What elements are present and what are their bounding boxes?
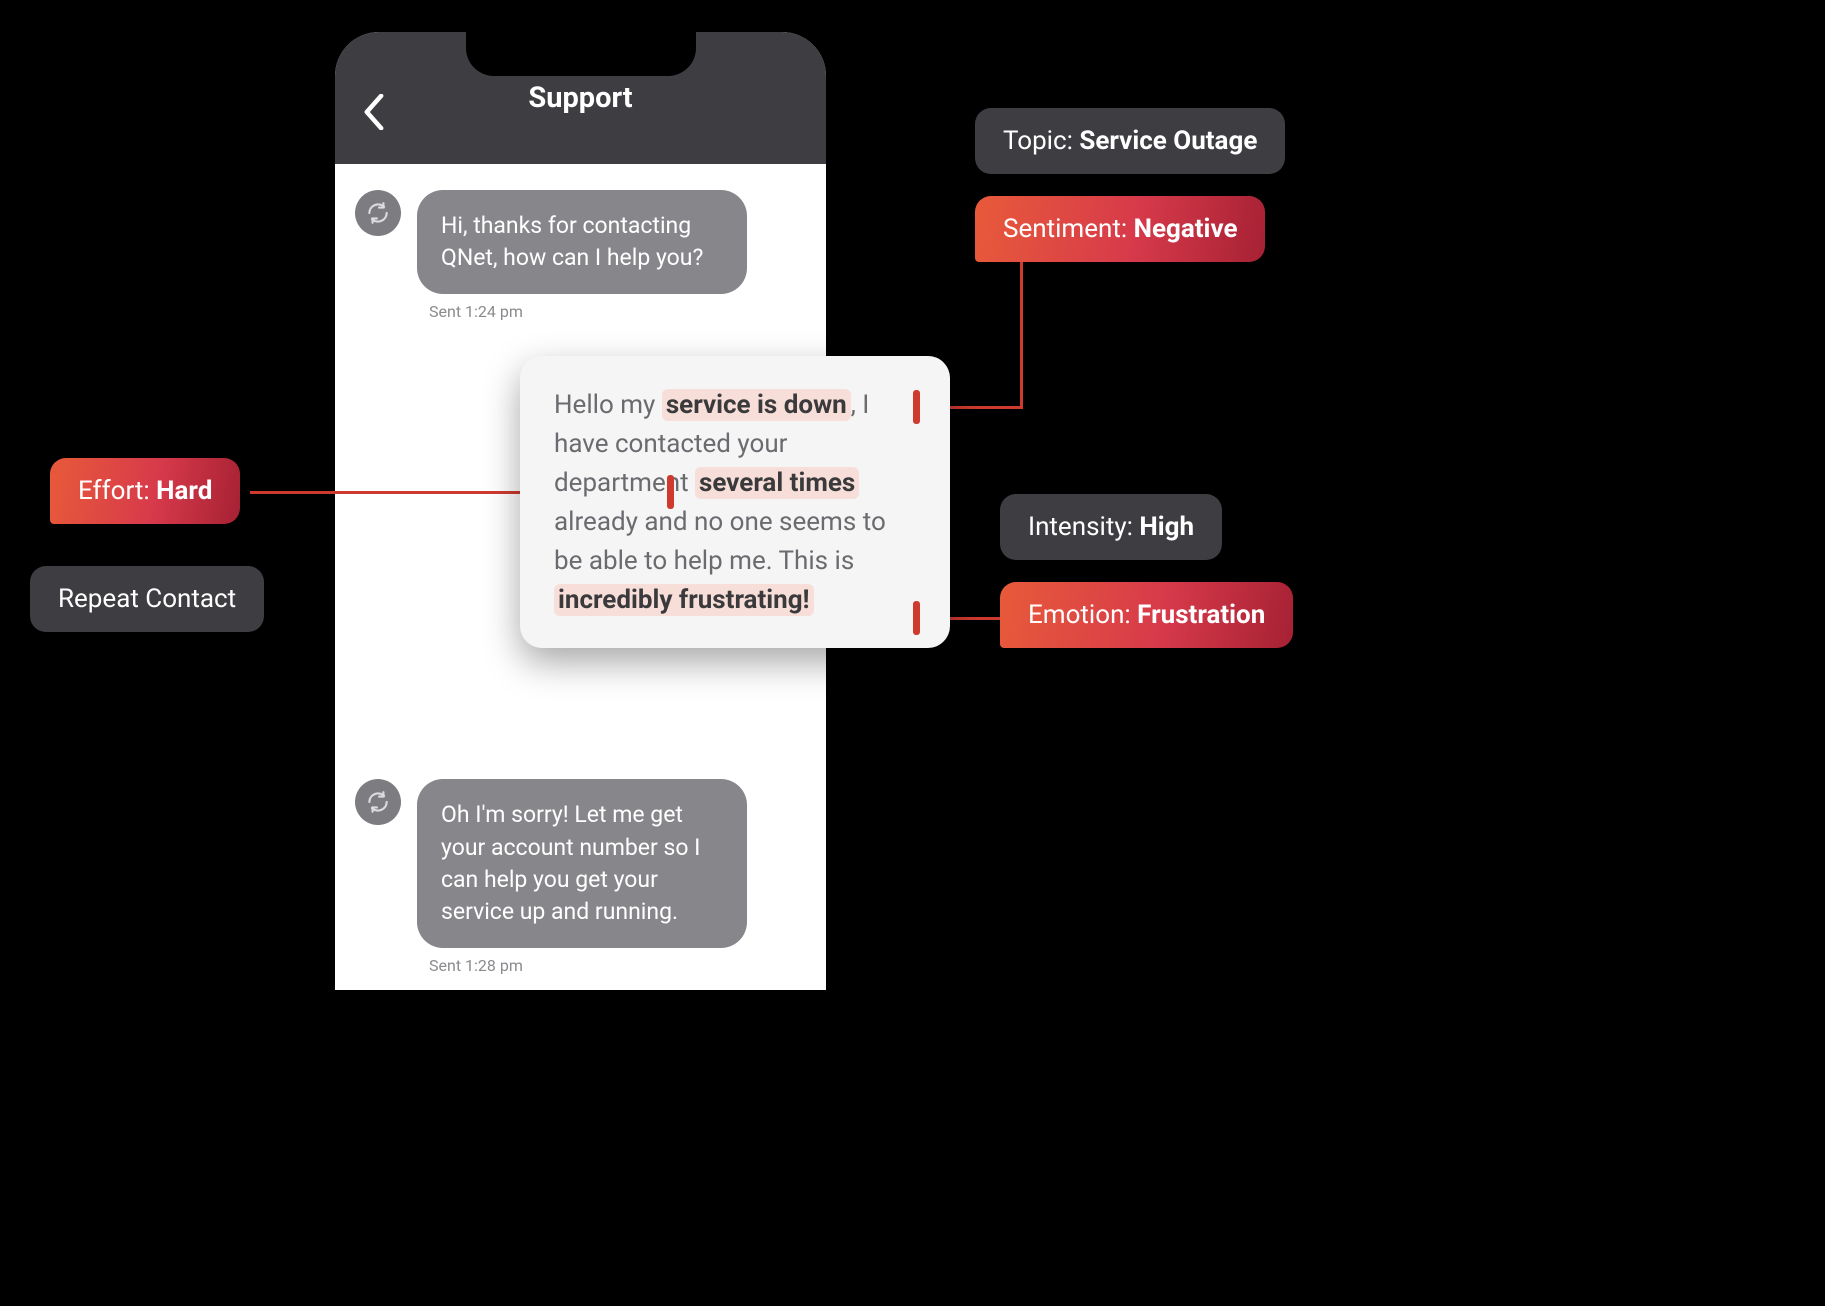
tag-label: Emotion: — [1028, 600, 1137, 630]
message-timestamp: Sent 1:24 pm — [429, 302, 806, 321]
tag-label: Intensity: — [1028, 512, 1139, 542]
back-icon[interactable] — [363, 94, 385, 130]
highlight-marker — [667, 475, 674, 509]
highlight-marker — [913, 601, 920, 635]
tag-emotion: Emotion: Frustration — [1000, 582, 1293, 648]
highlight-service-down: service is down — [662, 389, 851, 421]
connector-line — [1020, 260, 1023, 408]
tag-value: Service Outage — [1079, 126, 1257, 156]
tag-value: Frustration — [1137, 600, 1265, 630]
sync-icon — [355, 779, 401, 825]
callout-text: already and no one seems to be able to h… — [554, 507, 886, 576]
sync-icon — [355, 190, 401, 236]
message-row: Hi, thanks for contacting QNet, how can … — [355, 190, 806, 294]
tag-effort: Effort: Hard — [50, 458, 240, 524]
tag-label: Topic: — [1003, 126, 1079, 156]
tag-label: Sentiment: — [1003, 214, 1134, 244]
tag-label: Repeat Contact — [58, 584, 236, 614]
tag-repeat-contact: Repeat Contact — [30, 566, 264, 632]
highlight-frustrating: incredibly frustrating! — [554, 584, 814, 616]
tag-value: High — [1139, 512, 1194, 542]
page-title: Support — [528, 81, 632, 115]
annotated-message: Hello my service is down, I have contact… — [520, 356, 950, 648]
agent-message: Oh I'm sorry! Let me get your account nu… — [417, 779, 747, 948]
tag-label: Effort: — [78, 476, 156, 506]
highlight-marker — [913, 390, 920, 424]
tag-topic: Topic: Service Outage — [975, 108, 1285, 174]
tag-value: Negative — [1134, 214, 1238, 244]
tag-intensity: Intensity: High — [1000, 494, 1222, 560]
message-row: Oh I'm sorry! Let me get your account nu… — [355, 779, 806, 948]
highlight-several-times: several times — [695, 467, 859, 499]
tag-value: Hard — [156, 476, 212, 506]
agent-message: Hi, thanks for contacting QNet, how can … — [417, 190, 747, 294]
message-timestamp: Sent 1:28 pm — [429, 956, 806, 975]
callout-text: Hello my — [554, 390, 662, 420]
phone-notch — [466, 30, 696, 76]
tag-sentiment: Sentiment: Negative — [975, 196, 1265, 262]
